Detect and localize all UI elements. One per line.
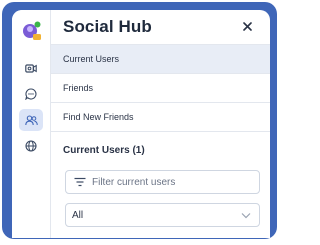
page-title: Social Hub [63,17,152,36]
social-hub-panel: Social Hub Current Users Friends Find Ne… [12,10,270,238]
close-button[interactable] [240,19,254,33]
chat-button[interactable] [19,83,43,105]
chat-icon [25,88,37,100]
main-content: Social Hub Current Users Friends Find Ne… [51,10,270,238]
menu-item-current-users[interactable]: Current Users [51,45,270,74]
globe-button[interactable] [19,135,43,157]
users-button[interactable] [19,109,43,131]
users-icon [24,114,38,125]
side-rail [12,10,51,238]
chevron-down-icon [241,213,251,219]
menu-item-friends[interactable]: Friends [51,74,270,103]
select-value: All [72,209,84,221]
avatar-logo-icon [23,21,41,40]
globe-icon [25,140,37,152]
video-icon [25,63,37,73]
section-title: Current Users (1) [63,145,145,156]
filter-icon [74,177,86,187]
filter-input[interactable] [92,176,242,188]
menu-item-find-new-friends[interactable]: Find New Friends [51,103,270,132]
video-button[interactable] [19,57,43,79]
menu-item-label: Find New Friends [63,112,134,122]
app-frame: Social Hub Current Users Friends Find Ne… [2,2,277,239]
close-icon [242,21,252,31]
user-filter-select[interactable]: All [65,203,260,227]
menu-item-label: Friends [63,83,94,93]
filter-box[interactable] [65,170,260,194]
menu-item-label: Current Users [63,54,120,64]
panel-header: Social Hub [51,10,270,45]
